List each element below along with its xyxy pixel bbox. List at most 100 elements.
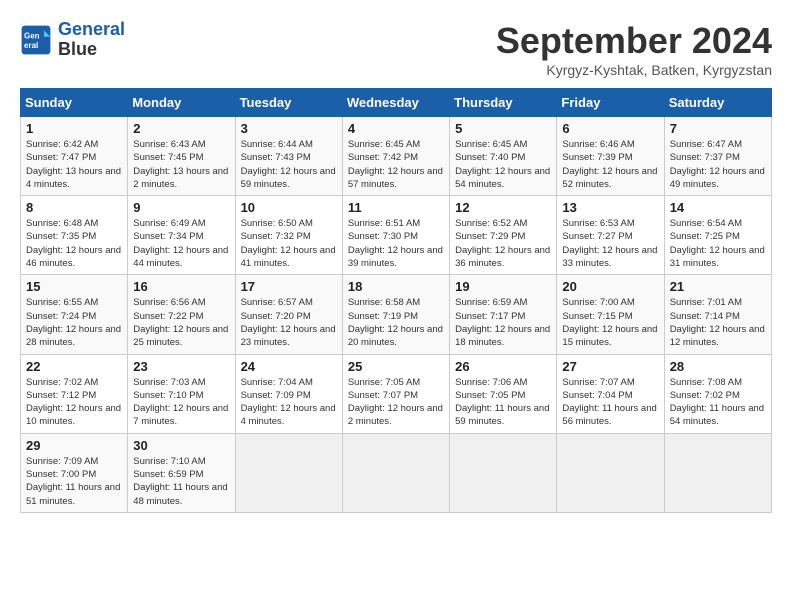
logo-line1: General [58, 19, 125, 39]
day-number: 18 [348, 279, 444, 294]
day-number: 28 [670, 359, 766, 374]
day-number: 29 [26, 438, 122, 453]
day-number: 23 [133, 359, 229, 374]
day-number: 11 [348, 200, 444, 215]
calendar-cell: 14Sunrise: 6:54 AMSunset: 7:25 PMDayligh… [664, 196, 771, 275]
calendar-cell: 23 Sunrise: 7:03 AMSunset: 7:10 PMDayligh… [128, 354, 235, 433]
calendar-cell: 29 Sunrise: 7:09 AMSunset: 7:00 PMDayligh… [21, 433, 128, 512]
day-number: 22 [26, 359, 122, 374]
day-number: 24 [241, 359, 337, 374]
day-number: 5 [455, 121, 551, 136]
calendar-cell: 6 Sunrise: 6:46 AMSunset: 7:39 PMDaylight… [557, 117, 664, 196]
calendar-cell: 27 Sunrise: 7:07 AMSunset: 7:04 PMDayligh… [557, 354, 664, 433]
day-info: Sunrise: 6:45 AMSunset: 7:40 PMDaylight:… [455, 138, 551, 191]
day-info: Sunrise: 7:09 AMSunset: 7:00 PMDaylight:… [26, 455, 122, 508]
calendar-cell: 7 Sunrise: 6:47 AMSunset: 7:37 PMDaylight… [664, 117, 771, 196]
calendar-cell: 12Sunrise: 6:52 AMSunset: 7:29 PMDayligh… [450, 196, 557, 275]
day-info: Sunrise: 6:53 AMSunset: 7:27 PMDaylight:… [562, 217, 658, 270]
calendar-cell: 26Sunrise: 7:06 AMSunset: 7:05 PMDayligh… [450, 354, 557, 433]
logo: Gen eral General Blue [20, 20, 125, 60]
col-tuesday: Tuesday [235, 89, 342, 117]
day-info: Sunrise: 7:10 AMSunset: 6:59 PMDaylight:… [133, 455, 229, 508]
day-number: 3 [241, 121, 337, 136]
day-number: 19 [455, 279, 551, 294]
day-number: 20 [562, 279, 658, 294]
day-number: 30 [133, 438, 229, 453]
day-info: Sunrise: 6:51 AMSunset: 7:30 PMDaylight:… [348, 217, 444, 270]
day-info: Sunrise: 7:00 AMSunset: 7:15 PMDaylight:… [562, 296, 658, 349]
col-thursday: Thursday [450, 89, 557, 117]
location: Kyrgyz-Kyshtak, Batken, Kyrgyzstan [496, 62, 772, 78]
calendar-cell: 10Sunrise: 6:50 AMSunset: 7:32 PMDayligh… [235, 196, 342, 275]
calendar-cell: 28 Sunrise: 7:08 AMSunset: 7:02 PMDayligh… [664, 354, 771, 433]
day-info: Sunrise: 6:45 AMSunset: 7:42 PMDaylight:… [348, 138, 444, 191]
day-info: Sunrise: 7:02 AMSunset: 7:12 PMDaylight:… [26, 376, 122, 429]
month-title: September 2024 [496, 20, 772, 62]
day-number: 27 [562, 359, 658, 374]
day-info: Sunrise: 6:47 AMSunset: 7:37 PMDaylight:… [670, 138, 766, 191]
day-info: Sunrise: 6:59 AMSunset: 7:17 PMDaylight:… [455, 296, 551, 349]
day-number: 2 [133, 121, 229, 136]
calendar-cell: 22 Sunrise: 7:02 AMSunset: 7:12 PMDayligh… [21, 354, 128, 433]
day-info: Sunrise: 6:46 AMSunset: 7:39 PMDaylight:… [562, 138, 658, 191]
day-number: 21 [670, 279, 766, 294]
calendar-week-row: 22 Sunrise: 7:02 AMSunset: 7:12 PMDayligh… [21, 354, 772, 433]
calendar-cell: 21 Sunrise: 7:01 AMSunset: 7:14 PMDayligh… [664, 275, 771, 354]
day-number: 17 [241, 279, 337, 294]
day-info: Sunrise: 7:03 AMSunset: 7:10 PMDaylight:… [133, 376, 229, 429]
calendar-cell: 3 Sunrise: 6:44 AMSunset: 7:43 PMDaylight… [235, 117, 342, 196]
day-info: Sunrise: 7:08 AMSunset: 7:02 PMDaylight:… [670, 376, 766, 429]
calendar-cell [664, 433, 771, 512]
page-header: Gen eral General Blue September 2024 Kyr… [20, 20, 772, 78]
calendar-cell: 24 Sunrise: 7:04 AMSunset: 7:09 PMDayligh… [235, 354, 342, 433]
calendar-week-row: 15 Sunrise: 6:55 AMSunset: 7:24 PMDayligh… [21, 275, 772, 354]
calendar-cell: 1Sunrise: 6:42 AMSunset: 7:47 PMDaylight… [21, 117, 128, 196]
day-info: Sunrise: 7:04 AMSunset: 7:09 PMDaylight:… [241, 376, 337, 429]
calendar-cell: 5 Sunrise: 6:45 AMSunset: 7:40 PMDaylight… [450, 117, 557, 196]
calendar-header: Sunday Monday Tuesday Wednesday Thursday… [21, 89, 772, 117]
day-number: 6 [562, 121, 658, 136]
col-friday: Friday [557, 89, 664, 117]
col-monday: Monday [128, 89, 235, 117]
day-number: 10 [241, 200, 337, 215]
calendar-cell: 9Sunrise: 6:49 AMSunset: 7:34 PMDaylight… [128, 196, 235, 275]
day-info: Sunrise: 6:43 AMSunset: 7:45 PMDaylight:… [133, 138, 229, 191]
calendar-cell: 18Sunrise: 6:58 AMSunset: 7:19 PMDayligh… [342, 275, 449, 354]
day-number: 25 [348, 359, 444, 374]
day-info: Sunrise: 6:52 AMSunset: 7:29 PMDaylight:… [455, 217, 551, 270]
calendar-table: Sunday Monday Tuesday Wednesday Thursday… [20, 88, 772, 513]
day-number: 26 [455, 359, 551, 374]
calendar-cell [450, 433, 557, 512]
day-info: Sunrise: 7:07 AMSunset: 7:04 PMDaylight:… [562, 376, 658, 429]
svg-text:eral: eral [24, 41, 38, 50]
day-number: 8 [26, 200, 122, 215]
calendar-cell [557, 433, 664, 512]
day-info: Sunrise: 6:48 AMSunset: 7:35 PMDaylight:… [26, 217, 122, 270]
calendar-week-row: 1Sunrise: 6:42 AMSunset: 7:47 PMDaylight… [21, 117, 772, 196]
calendar-week-row: 29 Sunrise: 7:09 AMSunset: 7:00 PMDayligh… [21, 433, 772, 512]
calendar-cell: 17 Sunrise: 6:57 AMSunset: 7:20 PMDayligh… [235, 275, 342, 354]
day-info: Sunrise: 6:57 AMSunset: 7:20 PMDaylight:… [241, 296, 337, 349]
day-info: Sunrise: 7:05 AMSunset: 7:07 PMDaylight:… [348, 376, 444, 429]
day-number: 4 [348, 121, 444, 136]
day-number: 14 [670, 200, 766, 215]
day-number: 16 [133, 279, 229, 294]
calendar-cell [342, 433, 449, 512]
logo-text: General Blue [58, 20, 125, 60]
day-number: 13 [562, 200, 658, 215]
calendar-cell: 2 Sunrise: 6:43 AMSunset: 7:45 PMDaylight… [128, 117, 235, 196]
calendar-cell: 4 Sunrise: 6:45 AMSunset: 7:42 PMDaylight… [342, 117, 449, 196]
day-number: 7 [670, 121, 766, 136]
day-info: Sunrise: 6:44 AMSunset: 7:43 PMDaylight:… [241, 138, 337, 191]
calendar-cell: 20 Sunrise: 7:00 AMSunset: 7:15 PMDayligh… [557, 275, 664, 354]
day-info: Sunrise: 7:01 AMSunset: 7:14 PMDaylight:… [670, 296, 766, 349]
day-info: Sunrise: 6:56 AMSunset: 7:22 PMDaylight:… [133, 296, 229, 349]
day-number: 1 [26, 121, 122, 136]
calendar-cell [235, 433, 342, 512]
day-info: Sunrise: 6:55 AMSunset: 7:24 PMDaylight:… [26, 296, 122, 349]
col-sunday: Sunday [21, 89, 128, 117]
calendar-cell: 13 Sunrise: 6:53 AMSunset: 7:27 PMDayligh… [557, 196, 664, 275]
calendar-cell: 16 Sunrise: 6:56 AMSunset: 7:22 PMDayligh… [128, 275, 235, 354]
calendar-cell: 25 Sunrise: 7:05 AMSunset: 7:07 PMDayligh… [342, 354, 449, 433]
day-number: 15 [26, 279, 122, 294]
